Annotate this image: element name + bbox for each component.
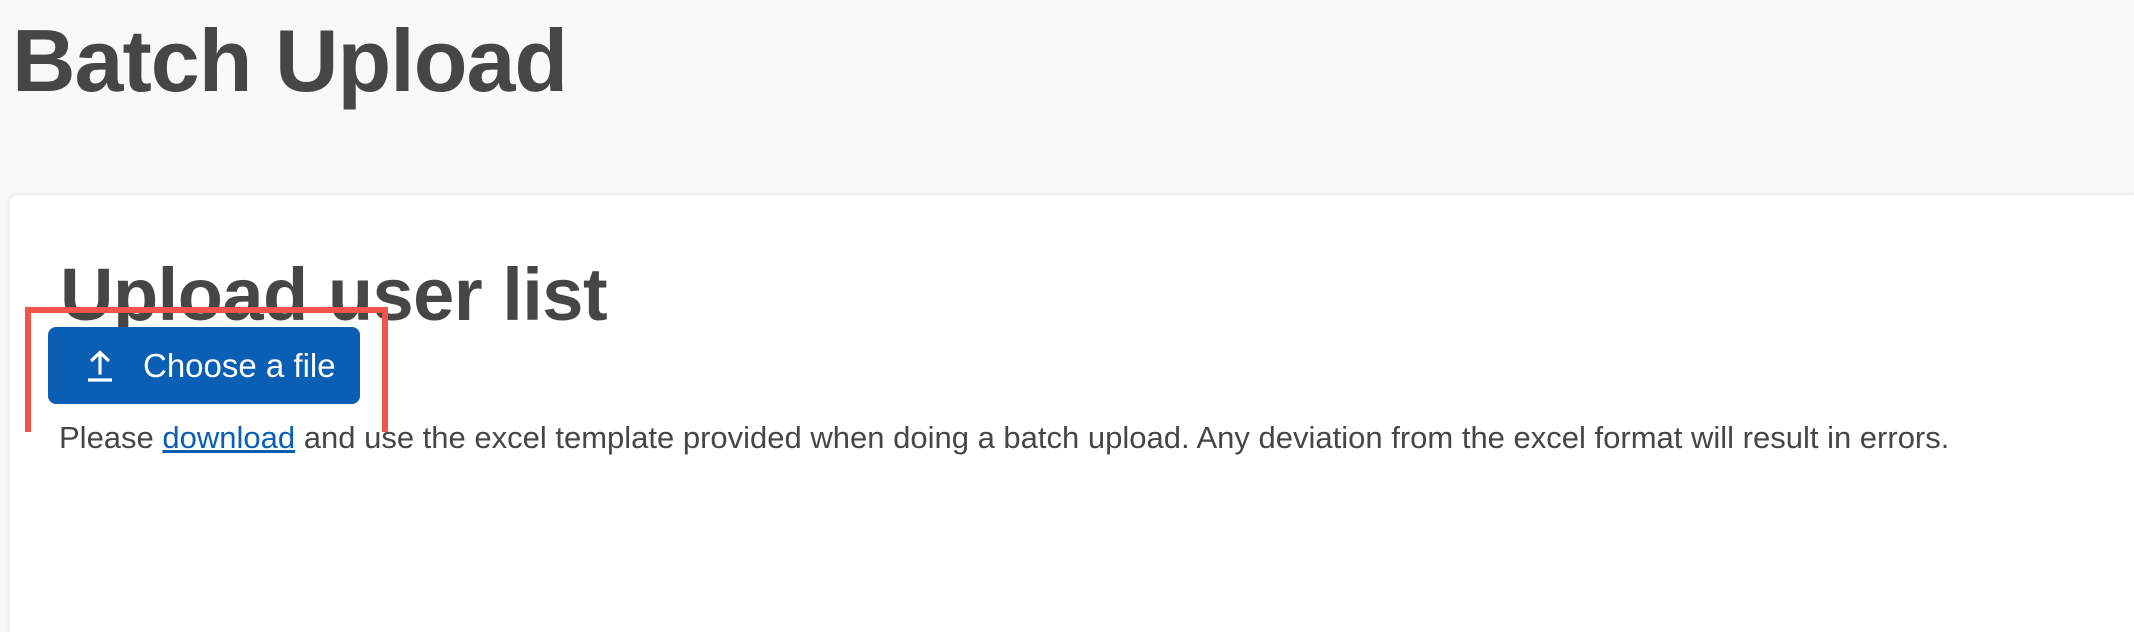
upload-icon: [85, 349, 115, 383]
choose-file-button[interactable]: Choose a file: [48, 327, 360, 404]
instructions-suffix: and use the excel template provided when…: [295, 420, 1950, 455]
page-header: Batch Upload: [0, 0, 2134, 195]
choose-file-label: Choose a file: [143, 346, 336, 384]
page-title: Batch Upload: [12, 11, 568, 110]
